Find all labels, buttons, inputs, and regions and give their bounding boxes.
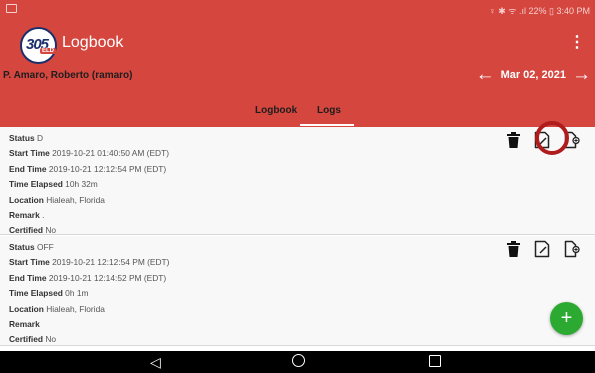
log-record-details: Status OFF Start Time 2019-10-21 12:12:5… <box>9 240 169 348</box>
tab-bar: Logbook Logs <box>0 100 595 127</box>
tab-logs[interactable]: Logs <box>317 105 341 116</box>
time-elapsed-label: Time Elapsed <box>9 179 63 190</box>
edit-highlight-circle <box>535 121 569 155</box>
add-record-button[interactable]: + <box>550 302 583 335</box>
delete-icon[interactable] <box>507 132 520 148</box>
certified-value: No <box>45 334 57 345</box>
time-elapsed-row: Time Elapsed 0h 1m <box>9 286 169 301</box>
date-navigator: ← Mar 02, 2021 → <box>476 64 591 86</box>
remark-value: . <box>42 210 45 221</box>
log-record[interactable]: Status D Start Time 2019-10-21 01:40:50 … <box>0 127 595 235</box>
status-label: Status <box>9 242 35 252</box>
active-tab-indicator <box>300 124 354 126</box>
time-elapsed-label: Time Elapsed <box>9 288 63 299</box>
system-status-bar: ♀ ✱ ᯤ .ıl 22% ▯ 3:40 PM <box>0 0 595 18</box>
status-value: OFF <box>36 242 54 252</box>
recent-apps-icon[interactable] <box>429 355 441 367</box>
location-row: Location Hialeah, Florida <box>9 193 169 208</box>
notification-icon <box>6 4 17 13</box>
app-header: ♀ ✱ ᯤ .ıl 22% ▯ 3:40 PM 305 ELD Logbook … <box>0 0 595 127</box>
time-elapsed-value: 0h 1m <box>65 288 89 299</box>
location-row: Location Hialeah, Florida <box>9 302 169 317</box>
time-elapsed-row: Time Elapsed 10h 32m <box>9 177 169 192</box>
status-bar-indicators: ♀ ✱ ᯤ .ıl 22% ▯ 3:40 PM <box>489 6 590 16</box>
next-date-arrow-icon[interactable]: → <box>572 65 591 84</box>
remark-label: Remark <box>9 319 40 330</box>
overflow-menu-icon[interactable]: ⋮ <box>569 35 585 51</box>
log-record-details: Status D Start Time 2019-10-21 01:40:50 … <box>9 131 169 239</box>
driver-name: P. Amaro, Roberto (ramaro) <box>3 70 133 81</box>
certified-row: Certified No <box>9 332 169 347</box>
app-logo: 305 ELD <box>20 27 57 64</box>
end-time-label: End Time <box>9 163 47 174</box>
start-time-row: Start Time 2019-10-21 12:12:54 PM (EDT) <box>9 255 169 270</box>
start-time-label: Start Time <box>9 148 50 159</box>
end-time-label: End Time <box>9 272 47 283</box>
insert-icon[interactable] <box>564 240 580 258</box>
log-record[interactable]: Status OFF Start Time 2019-10-21 12:12:5… <box>0 236 595 346</box>
start-time-value: 2019-10-21 12:12:54 PM (EDT) <box>52 257 170 268</box>
status-value: D <box>36 133 43 143</box>
logo-badge: ELD <box>40 48 56 54</box>
location-value: Hialeah, Florida <box>46 194 105 205</box>
back-icon[interactable]: ◁ <box>150 354 161 370</box>
start-time-label: Start Time <box>9 257 50 268</box>
remark-row: Remark <box>9 317 169 332</box>
remark-label: Remark <box>9 210 40 221</box>
end-time-value: 2019-10-21 12:12:54 PM (EDT) <box>48 163 167 174</box>
record-actions <box>507 240 580 258</box>
edit-icon[interactable] <box>534 240 550 258</box>
home-icon[interactable] <box>292 354 305 367</box>
end-time-row: End Time 2019-10-21 12:12:54 PM (EDT) <box>9 162 169 177</box>
status-row: Status OFF <box>9 240 169 255</box>
start-time-row: Start Time 2019-10-21 01:40:50 AM (EDT) <box>9 146 169 161</box>
system-navigation-bar: ◁ <box>0 351 595 373</box>
current-date[interactable]: Mar 02, 2021 <box>501 69 566 81</box>
certified-value: No <box>45 225 57 236</box>
tab-logbook[interactable]: Logbook <box>255 105 297 116</box>
location-label: Location <box>9 194 44 205</box>
status-label: Status <box>9 133 35 143</box>
start-time-value: 2019-10-21 01:40:50 AM (EDT) <box>52 148 169 159</box>
end-time-row: End Time 2019-10-21 12:14:52 PM (EDT) <box>9 271 169 286</box>
app-title: Logbook <box>62 34 124 51</box>
delete-icon[interactable] <box>507 241 520 257</box>
certified-label: Certified <box>9 225 43 236</box>
location-value: Hialeah, Florida <box>46 303 105 314</box>
end-time-value: 2019-10-21 12:14:52 PM (EDT) <box>48 272 167 283</box>
time-elapsed-value: 10h 32m <box>65 179 98 190</box>
location-label: Location <box>9 303 44 314</box>
certified-label: Certified <box>9 334 43 345</box>
previous-date-arrow-icon[interactable]: ← <box>476 65 495 84</box>
remark-row: Remark . <box>9 208 169 223</box>
status-row: Status D <box>9 131 169 146</box>
